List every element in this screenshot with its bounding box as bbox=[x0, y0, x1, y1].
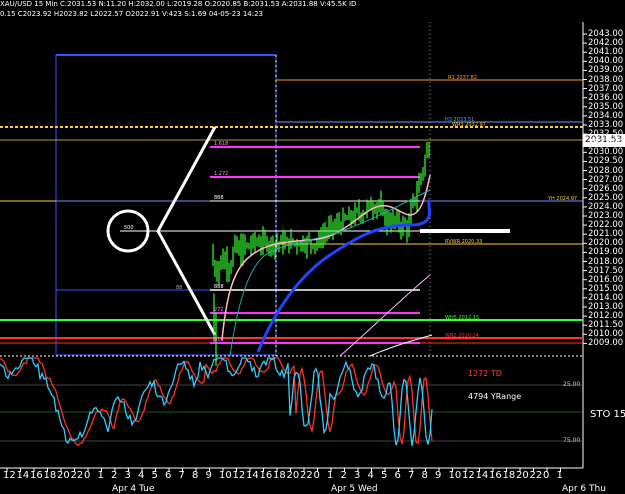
price-chart-canvas[interactable] bbox=[0, 0, 625, 489]
stochastic-indicator-label: STO 15 bbox=[590, 409, 625, 420]
level-label: WH5 2012.15 bbox=[445, 315, 480, 321]
time-axis-label: 12 bbox=[462, 470, 475, 481]
time-axis-label: 14 bbox=[246, 470, 259, 481]
time-axis-label: 20 bbox=[57, 470, 70, 481]
time-axis-date: Apr 6 Thu bbox=[562, 484, 606, 494]
level-label: WR3 2032.97 bbox=[452, 122, 486, 128]
level-label: R1 2037.82 bbox=[448, 75, 477, 81]
time-axis-label: 16 bbox=[259, 470, 273, 481]
time-axis-label: 5 bbox=[381, 470, 388, 481]
fib-level-label: 1.618 bbox=[214, 141, 229, 147]
time-axis-label: 6 bbox=[394, 470, 401, 481]
time-axis-label: 18 bbox=[43, 470, 57, 481]
level-label: WR2 2010.24 bbox=[445, 333, 479, 339]
time-axis-label: 9 bbox=[205, 470, 212, 481]
time-axis-date: Apr 5 Wed bbox=[331, 484, 378, 494]
time-axis-label: 18 bbox=[502, 470, 516, 481]
time-axis-label: 4 bbox=[138, 470, 145, 481]
chart-window[interactable]: XAU/USD 15 Min C:2031.53 N:11.20 H:2032.… bbox=[0, 0, 625, 494]
header-bar-info-line: 0.15 C2023.92 H2023.82 L2022.57 O2022.91… bbox=[0, 10, 264, 18]
time-axis-label: 12 bbox=[232, 470, 246, 481]
moving-average-blue bbox=[256, 198, 432, 353]
time-axis-label: 22 bbox=[300, 470, 313, 481]
yrange-label: 4794 YRange bbox=[468, 392, 522, 401]
time-axis-label: 1 bbox=[327, 470, 334, 481]
time-axis-label: 22 bbox=[70, 470, 84, 481]
blue-range-box bbox=[55, 54, 277, 356]
time-axis-label: 1 bbox=[556, 470, 563, 481]
fib-level-label: 272 bbox=[214, 307, 224, 313]
time-axis-label: 20 bbox=[516, 470, 529, 481]
time-axis-label: 3 bbox=[354, 470, 361, 481]
price-axis-label: 2009.00 bbox=[588, 338, 624, 349]
time-axis-label: 22 bbox=[529, 470, 543, 481]
time-axis-label: 2 bbox=[340, 470, 347, 481]
osc-axis-label: 75.00 bbox=[563, 437, 581, 444]
time-axis-label: 20 bbox=[286, 470, 300, 481]
level-label: RVWR 2020.33 bbox=[445, 239, 483, 245]
fib-level-label: 1.272 bbox=[214, 171, 229, 177]
fib-level-label: 888 bbox=[214, 284, 224, 290]
time-axis-label: 3 bbox=[124, 470, 131, 481]
time-axis-label: 4 bbox=[367, 470, 374, 481]
time-axis-label: 8 bbox=[421, 470, 428, 481]
fib-level-label: 888 bbox=[214, 195, 224, 201]
time-axis-label: 0 bbox=[313, 470, 320, 481]
time-axis-date: Apr 4 Tue bbox=[112, 484, 155, 494]
time-axis-label: 6 bbox=[165, 470, 172, 481]
time-axis-label: 8 bbox=[192, 470, 199, 481]
osc-axis-label: 25.00 bbox=[563, 381, 581, 388]
time-axis-label: 1 bbox=[97, 470, 104, 481]
time-axis-label: 14 bbox=[16, 470, 30, 481]
time-axis-label: 10 bbox=[448, 470, 462, 481]
time-axis-label: 14 bbox=[475, 470, 489, 481]
time-axis-label: 10 bbox=[219, 470, 232, 481]
fib-level-label: 88 bbox=[176, 285, 183, 291]
header-quote-line: XAU/USD 15 Min C:2031.53 N:11.20 H:2032.… bbox=[0, 0, 357, 8]
time-axis-label: 18 bbox=[273, 470, 286, 481]
current-price-bar bbox=[420, 229, 510, 233]
time-axis-label: 7 bbox=[178, 470, 185, 481]
time-axis-label: 9 bbox=[435, 470, 442, 481]
time-axis-label: 16 bbox=[30, 470, 43, 481]
time-axis-label: 0 bbox=[84, 470, 91, 481]
time-axis-label: 2 bbox=[111, 470, 118, 481]
time-axis-label: 5 bbox=[151, 470, 158, 481]
moving-average-cyan bbox=[229, 189, 431, 357]
fib-level-label: 500 bbox=[124, 225, 134, 231]
fib-level-label: 818 bbox=[214, 337, 224, 343]
td-label: 1272 TD bbox=[468, 369, 502, 378]
level-label: YH 2024.97 bbox=[548, 196, 578, 202]
candlestick-series bbox=[212, 141, 430, 366]
time-axis-label: 7 bbox=[408, 470, 415, 481]
time-axis-label: 12 bbox=[3, 470, 16, 481]
time-axis-label: 0 bbox=[543, 470, 550, 481]
time-axis-label: 16 bbox=[489, 470, 502, 481]
